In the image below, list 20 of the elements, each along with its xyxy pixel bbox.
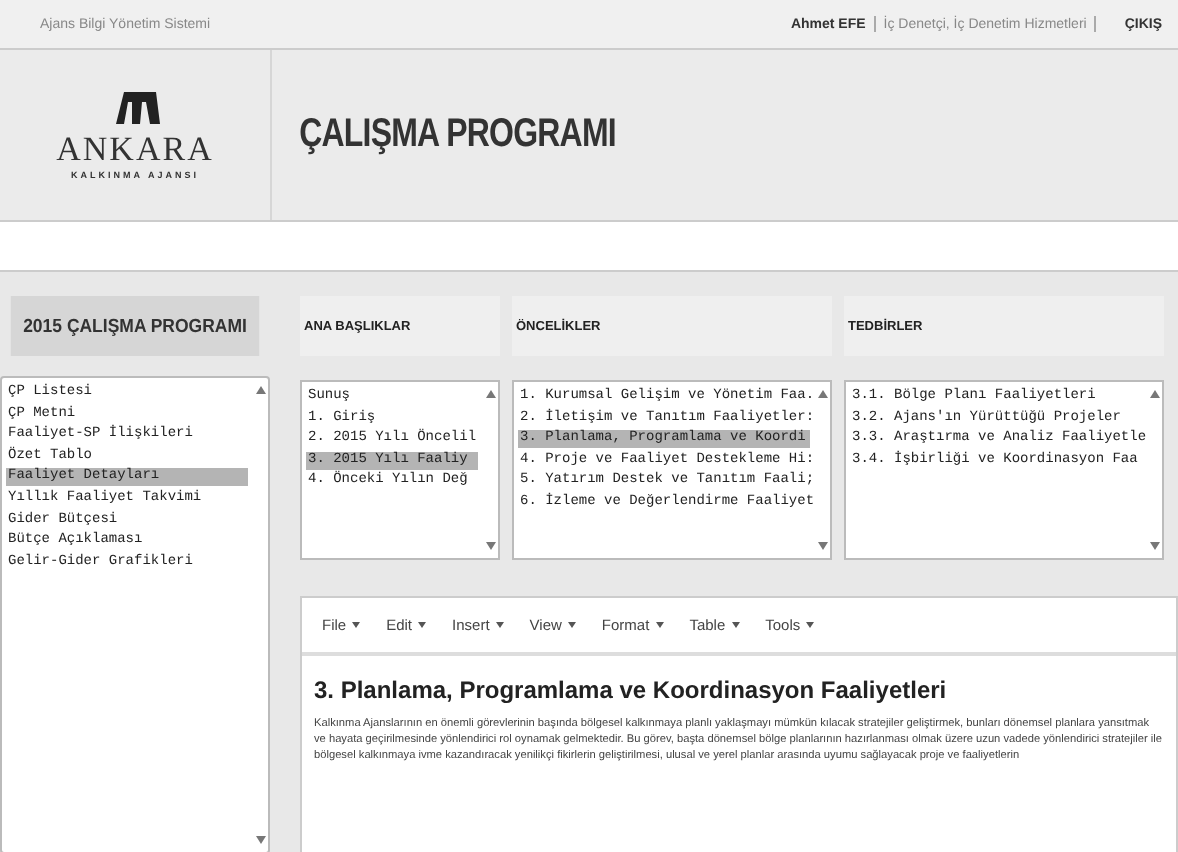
scroll-down-icon[interactable]	[255, 836, 265, 844]
sidebar-title: 2015 ÇALIŞMA PROGRAMI	[10, 296, 260, 356]
scroll-up-icon[interactable]	[817, 390, 827, 398]
caret-icon	[806, 622, 815, 628]
logo-name: ANKARA	[56, 129, 214, 169]
scroll-down-icon[interactable]	[485, 542, 495, 550]
caret-icon	[567, 622, 576, 628]
list-box[interactable]	[512, 380, 832, 560]
caret-icon	[655, 622, 664, 628]
caret-icon	[731, 622, 740, 628]
scroll-up-icon[interactable]	[255, 386, 265, 394]
scroll-up-icon[interactable]	[1149, 390, 1159, 398]
scroll-down-icon[interactable]	[817, 542, 827, 550]
caret-icon	[352, 622, 361, 628]
scroll-up-icon[interactable]	[485, 390, 495, 398]
page-title: ÇALIŞMA PROGRAMI	[297, 110, 616, 160]
document-heading: 3. Planlama, Programlama ve Koordinasyon Faaliyetleri	[314, 676, 949, 704]
scroll-down-icon[interactable]	[1149, 542, 1159, 550]
caret-icon	[418, 622, 427, 628]
caret-icon	[495, 622, 504, 628]
